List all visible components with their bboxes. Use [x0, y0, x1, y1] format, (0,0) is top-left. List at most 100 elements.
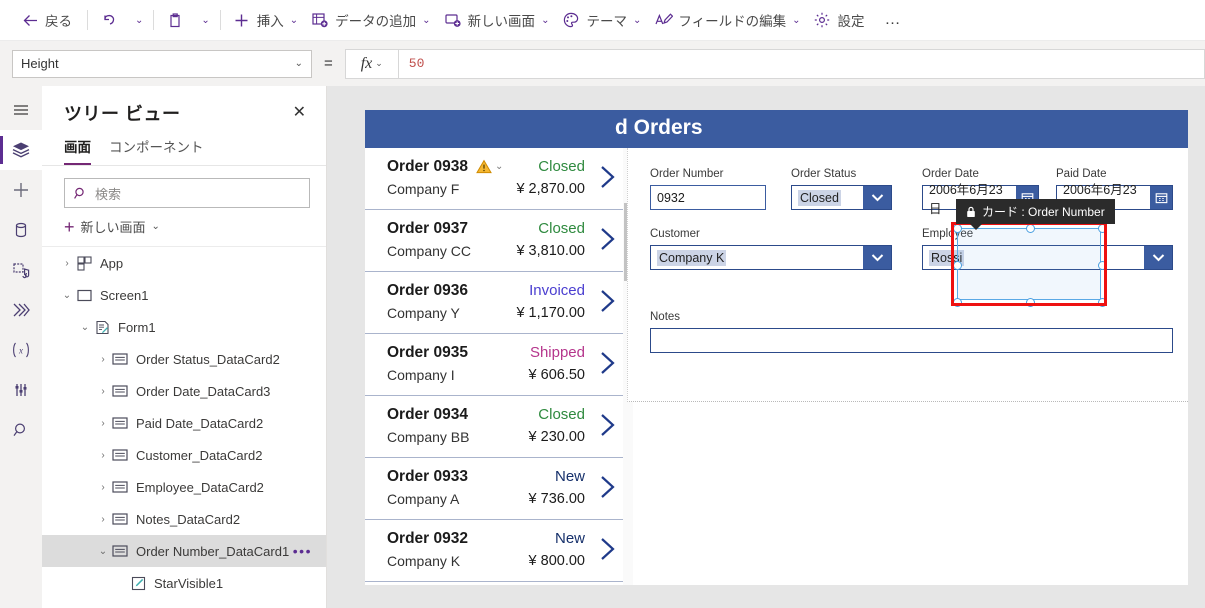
- resize-handle-se[interactable]: [1098, 298, 1107, 307]
- flows-icon[interactable]: [0, 290, 42, 330]
- tree-node-employee-datacard2[interactable]: › Employee_DataCard2: [42, 471, 326, 503]
- property-selector[interactable]: Height ⌄: [12, 49, 312, 78]
- chevron-down-icon: ⌄: [151, 221, 160, 232]
- input-notes[interactable]: [650, 328, 1173, 353]
- overflow-menu-button[interactable]: …: [874, 11, 911, 29]
- chevron-right-icon[interactable]: [599, 350, 619, 378]
- chevron-right-icon[interactable]: [599, 226, 619, 254]
- selection-box[interactable]: [953, 224, 1107, 307]
- fx-button[interactable]: fx ⌄: [344, 48, 399, 79]
- insert-button-label: 挿入: [256, 14, 284, 29]
- label-order-number: Order Number: [650, 168, 724, 180]
- tree-node-paid-date-datacard2[interactable]: › Paid Date_DataCard2: [42, 407, 326, 439]
- tree-node-app[interactable]: › App: [42, 247, 326, 279]
- dropdown-order-status[interactable]: Closed: [791, 185, 892, 210]
- chevron-right-icon[interactable]: ›: [96, 450, 110, 461]
- chevron-down-icon: ⌄: [294, 58, 303, 69]
- undo-button[interactable]: [93, 4, 130, 36]
- chevron-down-icon[interactable]: ⌄: [96, 546, 110, 557]
- tree-node-order-status-datacard2[interactable]: › Order Status_DataCard2: [42, 343, 326, 375]
- tree-node-order-number-datacard1[interactable]: ⌄ Order Number_DataCard1 •••: [42, 535, 326, 567]
- new-screen-button[interactable]: + 新しい画面 ⌄: [42, 212, 326, 247]
- resize-handle-w[interactable]: [953, 261, 962, 270]
- chevron-down-icon[interactable]: ⌄: [495, 161, 503, 172]
- media-icon[interactable]: [0, 250, 42, 290]
- gallery-row[interactable]: Order 0938 ⌄ Closed Company F ¥ 2,870.00: [365, 148, 627, 210]
- tree-node-errormessage1[interactable]: ErrorMessage1: [42, 599, 326, 608]
- tree-node-starvisible1[interactable]: StarVisible1: [42, 567, 326, 599]
- calendar-icon[interactable]: [1150, 186, 1172, 209]
- tab-components[interactable]: コンポーネント: [109, 136, 204, 165]
- app-canvas: d Orders Order 0938 ⌄ Closed Company F ¥ 2,8…: [365, 110, 1188, 585]
- settings-button[interactable]: 設定: [806, 4, 874, 36]
- card-customer[interactable]: Customer Company K: [650, 228, 892, 270]
- add-data-button-label: データの追加: [335, 14, 417, 29]
- gallery-row[interactable]: Order 0932 New Company K ¥ 800.00: [365, 520, 627, 582]
- input-order-number[interactable]: 0932: [650, 185, 766, 210]
- tree-node-notes-datacard2[interactable]: › Notes_DataCard2: [42, 503, 326, 535]
- app-title: d Orders: [615, 116, 703, 139]
- tree-node-order-date-datacard3[interactable]: › Order Date_DataCard3: [42, 375, 326, 407]
- paste-dropdown-chevron[interactable]: ⌄: [196, 4, 214, 36]
- gallery-row[interactable]: Order 0936 Invoiced Company Y ¥ 1,170.00: [365, 272, 627, 334]
- add-data-button[interactable]: データの追加 ⌄: [304, 4, 436, 36]
- card-notes[interactable]: Notes: [650, 311, 1173, 353]
- close-icon[interactable]: ✕: [289, 103, 310, 123]
- chevron-right-icon[interactable]: ›: [96, 418, 110, 429]
- undo-dropdown-chevron[interactable]: ⌄: [130, 4, 148, 36]
- dropdown-customer[interactable]: Company K: [650, 245, 892, 270]
- orders-gallery[interactable]: Order 0938 ⌄ Closed Company F ¥ 2,870.00 Orde…: [365, 148, 627, 585]
- screen-icon: [74, 289, 94, 302]
- chevron-right-icon[interactable]: ›: [96, 354, 110, 365]
- chevron-right-icon[interactable]: ›: [96, 514, 110, 525]
- hamburger-icon[interactable]: [0, 90, 42, 130]
- chevron-right-icon[interactable]: [599, 474, 619, 502]
- chevron-right-icon[interactable]: [599, 164, 619, 192]
- tab-screens[interactable]: 画面: [64, 136, 91, 165]
- search-input[interactable]: 検索: [64, 178, 310, 208]
- card-order-number[interactable]: Order Number 0932: [650, 168, 766, 210]
- chevron-right-icon[interactable]: [599, 288, 619, 316]
- chevron-down-icon: ⌄: [375, 58, 383, 68]
- variables-icon[interactable]: x: [0, 330, 42, 370]
- resize-handle-n[interactable]: [1026, 224, 1035, 233]
- tree-node-more-button[interactable]: •••: [293, 543, 312, 559]
- gallery-row[interactable]: Order 0934 Closed Company BB ¥ 230.00: [365, 396, 627, 458]
- new-screen-button[interactable]: 新しい画面 ⌄: [437, 4, 556, 36]
- tree-node-form1[interactable]: ⌄ Form1: [42, 311, 326, 343]
- chevron-right-icon[interactable]: ›: [96, 482, 110, 493]
- insert-button[interactable]: 挿入 ⌄: [226, 4, 304, 36]
- theme-button[interactable]: テーマ ⌄: [555, 4, 647, 36]
- gallery-row[interactable]: Order 0937 Closed Company CC ¥ 3,810.00: [365, 210, 627, 272]
- chevron-down-icon[interactable]: [1144, 246, 1172, 269]
- card-order-status[interactable]: Order Status Closed: [791, 168, 892, 210]
- tree-node-screen1[interactable]: ⌄ Screen1: [42, 279, 326, 311]
- chevron-right-icon[interactable]: [599, 536, 619, 564]
- resize-handle-s[interactable]: [1026, 298, 1035, 307]
- chevron-right-icon[interactable]: ›: [60, 258, 74, 269]
- chevron-down-icon[interactable]: ⌄: [78, 322, 92, 333]
- warning-icon[interactable]: ⌄: [476, 159, 503, 174]
- chevron-down-icon[interactable]: ⌄: [60, 290, 74, 301]
- chevron-down-icon[interactable]: [863, 246, 891, 269]
- tools-icon[interactable]: [0, 370, 42, 410]
- database-icon[interactable]: [0, 210, 42, 250]
- chevron-down-icon[interactable]: [863, 186, 891, 209]
- gallery-row[interactable]: Order 0933 New Company A ¥ 736.00: [365, 458, 627, 520]
- resize-handle-nw[interactable]: [953, 224, 962, 233]
- paste-button[interactable]: [159, 4, 196, 36]
- layers-tree-icon[interactable]: [0, 130, 42, 170]
- plus-insert-icon[interactable]: [0, 170, 42, 210]
- resize-handle-sw[interactable]: [953, 298, 962, 307]
- gallery-row[interactable]: Order 0935 Shipped Company I ¥ 606.50: [365, 334, 627, 396]
- edit-fields-button[interactable]: フィールドの編集 ⌄: [647, 4, 806, 36]
- resize-handle-e[interactable]: [1098, 261, 1107, 270]
- back-button[interactable]: 戻る: [14, 4, 82, 36]
- undo-icon: [99, 10, 119, 30]
- chevron-right-icon[interactable]: [599, 412, 619, 440]
- resize-handle-ne[interactable]: [1098, 224, 1107, 233]
- chevron-right-icon[interactable]: ›: [96, 386, 110, 397]
- search-icon[interactable]: [0, 410, 42, 450]
- tree-node-customer-datacard2[interactable]: › Customer_DataCard2: [42, 439, 326, 471]
- formula-input[interactable]: 50: [398, 48, 1205, 79]
